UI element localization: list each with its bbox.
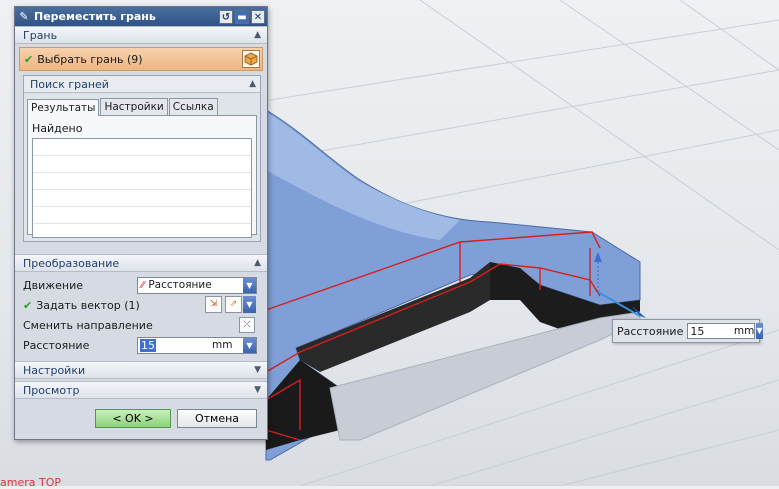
face-finder-tabs: Результаты Настройки Ссылка [24,93,260,116]
move-face-dialog[interactable]: ✎ Переместить грань ↺ ▬ ✕ Грань ▲ ✔ Выбр… [14,6,268,440]
reverse-direction-icon: ⤫ [243,320,251,330]
chevron-up-icon[interactable]: ▲ [254,30,261,40]
section-preview-label: Просмотр [23,383,80,397]
select-face-row[interactable]: ✔ Выбрать грань (9) [19,47,263,71]
dialog-buttons: < OK > Отмена [15,409,267,428]
vector-type-button[interactable]: ⇗ [225,296,242,313]
camera-view-label: amera TOP [0,476,61,489]
results-panel: Найдено [27,115,257,238]
reset-icon[interactable]: ↺ [219,9,233,24]
check-icon: ✔ [23,298,33,312]
distance-input[interactable]: 15 mm ▼ [137,336,257,354]
distance-value[interactable]: 15 [138,338,210,352]
dialog-title: Переместить грань [34,10,156,23]
motion-value: Расстояние [148,279,212,291]
list-item[interactable] [33,156,251,173]
tab-settings[interactable]: Настройки [100,98,168,115]
reverse-label: Сменить направление [23,318,153,332]
section-transform-label: Преобразование [23,256,120,270]
chevron-down-icon[interactable]: ▼ [243,337,256,353]
dialog-titlebar[interactable]: ✎ Переместить грань ↺ ▬ ✕ [15,7,267,26]
select-face-label: Выбрать грань (9) [37,52,143,66]
tab-reference[interactable]: Ссылка [168,98,218,115]
distance-unit: mm [212,339,233,351]
face-finder-group: Поиск граней ▲ Результаты Настройки Ссыл… [23,75,261,242]
list-item[interactable] [33,173,251,190]
onscreen-distance-value[interactable]: 15 [688,325,734,338]
cancel-button[interactable]: Отмена [177,409,257,428]
tab-results[interactable]: Результаты [27,99,100,116]
distance-row: Расстояние 15 mm ▼ [15,335,267,355]
chevron-down-icon[interactable]: ▼ [254,365,261,375]
onscreen-distance-label: Расстояние [617,324,684,338]
section-preview-header[interactable]: Просмотр ▼ [15,381,267,399]
minimize-icon[interactable]: ▬ [235,9,249,24]
chevron-down-icon[interactable]: ▼ [243,296,256,313]
reverse-vector-button[interactable]: ⇲ [205,296,222,313]
chevron-down-icon[interactable]: ▼ [254,385,261,395]
close-icon[interactable]: ✕ [251,9,265,24]
vector-dialog-icon: ⇲ [209,299,218,309]
motion-row: Движение ⁄⁄ Расстояние ▼ [15,275,267,295]
list-item[interactable] [33,190,251,207]
chevron-down-icon[interactable]: ▼ [243,277,256,293]
onscreen-distance-unit: mm [733,325,755,337]
section-settings-header[interactable]: Настройки ▼ [15,361,267,379]
move-face-icon: ✎ [19,9,29,23]
vector-icon: ⇗ [229,299,238,309]
reverse-direction-button[interactable]: ⤫ [239,317,255,333]
check-icon: ✔ [24,52,34,66]
section-settings-label: Настройки [23,363,86,377]
chevron-up-icon[interactable]: ▲ [254,258,261,268]
list-item[interactable] [33,207,251,224]
onscreen-distance-widget: Расстояние 15 mm ▼ [612,319,763,343]
found-list[interactable] [32,138,252,238]
vector-row: ✔ Задать вектор (1) ⇲ ⇗ ▼ [15,295,267,315]
found-label: Найдено [32,122,83,135]
face-finder-label: Поиск граней [30,77,109,91]
motion-select[interactable]: ⁄⁄ Расстояние ▼ [137,276,257,294]
chevron-down-icon[interactable]: ▼ [756,323,763,339]
cube-icon [244,52,258,66]
onscreen-distance-input[interactable]: 15 mm [687,323,756,339]
section-transform-header[interactable]: Преобразование ▲ [15,254,267,272]
chevron-up-icon[interactable]: ▲ [249,79,256,89]
ok-button[interactable]: < OK > [95,409,171,428]
face-selection-button[interactable] [242,50,260,68]
face-finder-header[interactable]: Поиск граней ▲ [24,76,260,93]
section-face-header[interactable]: Грань ▲ [15,26,267,44]
reverse-row: Сменить направление ⤫ [15,315,267,335]
section-face-label: Грань [23,28,58,42]
list-item[interactable] [33,139,251,156]
